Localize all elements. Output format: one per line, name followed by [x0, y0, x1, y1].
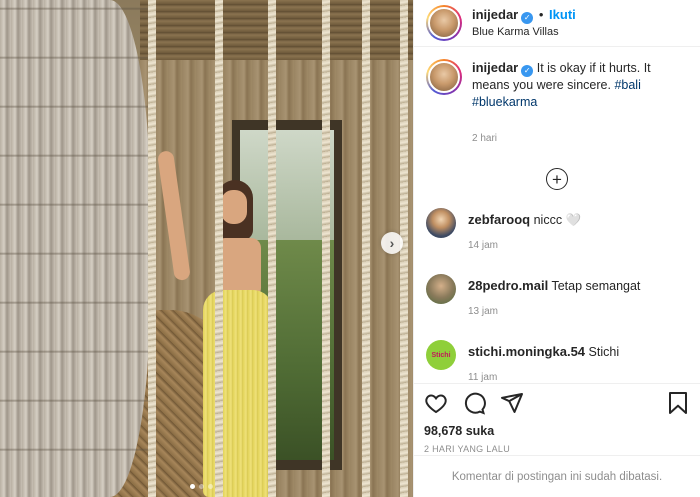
post-actions: 98,678 suka 2 HARI YANG LALU [414, 383, 700, 454]
caption-timestamp[interactable]: 2 hari [472, 133, 688, 144]
rope [322, 0, 330, 497]
carousel-dot [208, 484, 213, 489]
author-avatar[interactable] [426, 59, 462, 95]
wooden-roof [140, 0, 413, 60]
rope [215, 0, 223, 497]
post-caption: inijedar ✓ It is okay if it hurts. It mea… [426, 59, 688, 111]
comment-time[interactable]: 11 jam [468, 370, 619, 383]
comment-item: zebfarooq niccc 🤍 14 jam [426, 208, 688, 254]
plus-circle-icon: + [552, 169, 562, 189]
post-date[interactable]: 2 HARI YANG LALU [424, 444, 690, 454]
author-avatar[interactable] [426, 5, 462, 41]
rope [268, 0, 276, 497]
comment-item: Stichi stichi.moningka.54 Stichi 11 jam [426, 340, 688, 383]
rope [362, 0, 370, 497]
commenter-avatar[interactable] [426, 274, 456, 304]
face [221, 190, 247, 224]
follow-button[interactable]: Ikuti [549, 7, 576, 22]
likes-count[interactable]: 98,678 suka [424, 424, 690, 438]
post-header: inijedar ✓ • Ikuti Blue Karma Villas [414, 0, 700, 47]
save-button[interactable] [666, 391, 690, 418]
comment-time[interactable]: 14 jam [468, 238, 581, 254]
carousel-dot-active [190, 484, 195, 489]
carousel-next-button[interactable]: › [381, 232, 403, 254]
comment-text: Stichi [588, 345, 620, 359]
woman-in-yellow-dress [156, 150, 295, 497]
chevron-right-icon: › [389, 235, 395, 251]
commenter-avatar[interactable]: Stichi [426, 340, 456, 370]
load-more-comments-button[interactable]: + [546, 168, 568, 190]
rope [148, 0, 156, 497]
caption-username[interactable]: inijedar [472, 60, 518, 75]
bamboo-lamp [0, 0, 150, 497]
share-button[interactable] [500, 391, 538, 418]
comment-text: Tetap semangat [551, 279, 641, 293]
comment-icon [464, 392, 486, 415]
location-link[interactable]: Blue Karma Villas [472, 24, 576, 40]
comment-username[interactable]: stichi.moningka.54 [468, 344, 585, 359]
comment-button[interactable] [462, 391, 500, 418]
comment-username[interactable]: 28pedro.mail [468, 278, 548, 293]
like-button[interactable] [424, 391, 462, 418]
post-photo[interactable]: › [0, 0, 413, 497]
comment-time[interactable]: 13 jam [468, 304, 640, 320]
bookmark-icon [669, 391, 687, 414]
carousel-dots [190, 484, 213, 489]
comment-text: niccc 🤍 [533, 213, 582, 227]
share-icon [501, 392, 523, 413]
avatar-logo-text: Stichi [431, 351, 451, 359]
verified-badge-icon: ✓ [521, 65, 534, 77]
comment-item: 28pedro.mail Tetap semangat 13 jam [426, 274, 688, 320]
separator-dot: • [535, 6, 548, 22]
comments-limited-notice: Komentar di postingan ini sudah dibatasi… [414, 455, 700, 497]
post-side-panel: inijedar ✓ • Ikuti Blue Karma Villas inij… [413, 0, 700, 497]
commenter-avatar[interactable] [426, 208, 456, 238]
hashtag-link[interactable]: #bali [614, 78, 640, 92]
yellow-dress [203, 290, 273, 497]
comments-section[interactable]: inijedar ✓ It is okay if it hurts. It mea… [414, 47, 700, 383]
carousel-dot [199, 484, 204, 489]
comment-username[interactable]: zebfarooq [468, 212, 530, 227]
author-username[interactable]: inijedar [472, 7, 518, 22]
hashtag-link[interactable]: #bluekarma [472, 95, 537, 109]
heart-icon [425, 393, 447, 413]
verified-badge-icon: ✓ [521, 11, 534, 24]
